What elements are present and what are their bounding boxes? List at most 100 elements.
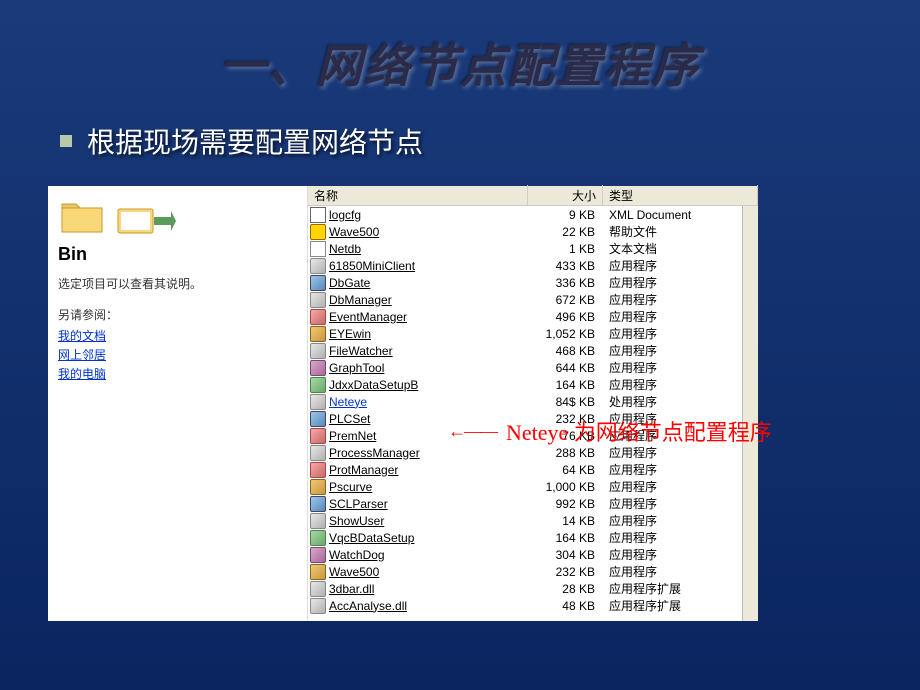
file-name[interactable]: PremNet: [329, 429, 376, 443]
file-type: 应用程序: [603, 359, 758, 376]
file-icon: [310, 292, 326, 308]
file-size: 164 KB: [528, 531, 603, 545]
file-name[interactable]: SCLParser: [329, 497, 388, 511]
file-row[interactable]: DbGate 336 KB应用程序: [308, 274, 758, 291]
file-size: 672 KB: [528, 293, 603, 307]
file-name[interactable]: logcfg: [329, 208, 361, 222]
file-icon: [310, 513, 326, 529]
bullet-marker-icon: [60, 135, 72, 147]
file-row[interactable]: Wave500232 KB应用程序: [308, 563, 758, 580]
file-name[interactable]: 61850MiniClient: [329, 259, 415, 273]
file-rows-container: logcfg9 KBXML DocumentWave50022 KB帮助文件Ne…: [308, 206, 758, 621]
file-row[interactable]: ShowUser14 KB应用程序: [308, 512, 758, 529]
bullet-text: 根据现场需要配置网络节点: [87, 121, 423, 161]
file-icon: [310, 581, 326, 597]
file-name[interactable]: PLCSet: [329, 412, 370, 426]
annotation-text: Neteye 为网络节点配置程序: [506, 415, 772, 447]
file-name[interactable]: GraphTool: [329, 361, 384, 375]
file-name[interactable]: Neteye: [329, 395, 367, 409]
file-row[interactable]: Neteye84$ KB处用程序: [308, 393, 758, 410]
bullet-item: 根据现场需要配置网络节点: [60, 121, 870, 161]
file-icon: [310, 496, 326, 512]
file-size: 164 KB: [528, 378, 603, 392]
file-name[interactable]: ProtManager: [329, 463, 398, 477]
file-type: 应用程序: [603, 291, 758, 308]
arrow-icon: ←——: [448, 421, 496, 442]
file-row[interactable]: GraphTool644 KB应用程序: [308, 359, 758, 376]
link-network-neighborhood[interactable]: 网上邻居: [58, 346, 297, 363]
folder-browse-icon: [116, 201, 176, 236]
file-name[interactable]: ShowUser: [329, 514, 384, 528]
file-row[interactable]: SCLParser 992 KB应用程序: [308, 495, 758, 512]
link-my-computer[interactable]: 我的电脑: [58, 365, 297, 382]
file-row[interactable]: JdxxDataSetupB164 KB应用程序: [308, 376, 758, 393]
file-size: 336 KB: [528, 276, 603, 290]
file-row[interactable]: Wave500 22 KB帮助文件: [308, 223, 758, 240]
file-size: 9 KB: [528, 208, 603, 222]
file-row[interactable]: logcfg9 KBXML Document: [308, 206, 758, 223]
header-size[interactable]: 大小: [528, 185, 603, 206]
file-type: 应用程序: [603, 274, 758, 291]
file-icon: [310, 598, 326, 614]
file-size: 288 KB: [528, 446, 603, 460]
file-icon: [310, 445, 326, 461]
file-name[interactable]: WatchDog: [329, 548, 385, 562]
file-name[interactable]: VqcBDataSetup: [329, 531, 414, 545]
file-row[interactable]: EYEwin1,052 KB应用程序: [308, 325, 758, 342]
file-type: 应用程序: [603, 529, 758, 546]
file-name[interactable]: JdxxDataSetupB: [329, 378, 418, 392]
file-row[interactable]: Pscurve1,000 KB应用程序: [308, 478, 758, 495]
file-row[interactable]: WatchDog 304 KB应用程序: [308, 546, 758, 563]
file-icon: [310, 326, 326, 342]
file-name[interactable]: AccAnalyse.dll: [329, 599, 407, 613]
file-type: 应用程序扩展: [603, 597, 758, 614]
file-row[interactable]: EventManager496 KB应用程序: [308, 308, 758, 325]
file-size: 1 KB: [528, 242, 603, 256]
file-type: 帮助文件: [603, 223, 758, 240]
file-name[interactable]: FileWatcher: [329, 344, 393, 358]
file-name[interactable]: Wave500: [329, 565, 379, 579]
file-icon: [310, 207, 326, 223]
file-row[interactable]: DbManager 672 KB应用程序: [308, 291, 758, 308]
header-type[interactable]: 类型: [603, 185, 758, 206]
file-name[interactable]: ProcessManager: [329, 446, 420, 460]
file-type: 文本文档: [603, 240, 758, 257]
file-icon: [310, 462, 326, 478]
file-size: 304 KB: [528, 548, 603, 562]
file-row[interactable]: ProtManager64 KB应用程序: [308, 461, 758, 478]
file-row[interactable]: Netdb 1 KB文本文档: [308, 240, 758, 257]
file-size: 992 KB: [528, 497, 603, 511]
file-size: 48 KB: [528, 599, 603, 613]
file-size: 1,000 KB: [528, 480, 603, 494]
file-row[interactable]: 61850MiniClient433 KB应用程序: [308, 257, 758, 274]
file-icon: [310, 343, 326, 359]
file-name[interactable]: DbManager: [329, 293, 392, 307]
file-type: 应用程序: [603, 342, 758, 359]
file-size: 22 KB: [528, 225, 603, 239]
scrollbar[interactable]: [742, 206, 758, 621]
file-row[interactable]: FileWatcher468 KB应用程序: [308, 342, 758, 359]
file-type: 应用程序: [603, 495, 758, 512]
folder-icon: [58, 194, 106, 236]
file-icon: [310, 360, 326, 376]
explorer-screenshot: Bin 选定项目可以查看其说明。 另请参阅： 我的文档 网上邻居 我的电脑 名称…: [48, 186, 758, 621]
file-name[interactable]: Wave500: [329, 225, 379, 239]
file-icon: [310, 428, 326, 444]
file-icon: [310, 530, 326, 546]
file-row[interactable]: 3dbar.dll28 KB应用程序扩展: [308, 580, 758, 597]
file-row[interactable]: AccAnalyse.dll 48 KB应用程序扩展: [308, 597, 758, 614]
file-row[interactable]: VqcBDataSetup 164 KB应用程序: [308, 529, 758, 546]
file-name[interactable]: Pscurve: [329, 480, 372, 494]
file-type: 应用程序: [603, 546, 758, 563]
file-name[interactable]: DbGate: [329, 276, 370, 290]
file-size: 14 KB: [528, 514, 603, 528]
file-name[interactable]: EYEwin: [329, 327, 371, 341]
file-size: 496 KB: [528, 310, 603, 324]
file-size: 28 KB: [528, 582, 603, 596]
header-name[interactable]: 名称: [308, 185, 528, 206]
file-list-area: 名称 大小 类型 logcfg9 KBXML DocumentWave50022…: [308, 186, 758, 621]
link-my-documents[interactable]: 我的文档: [58, 327, 297, 344]
file-name[interactable]: 3dbar.dll: [329, 582, 374, 596]
file-name[interactable]: EventManager: [329, 310, 407, 324]
file-name[interactable]: Netdb: [329, 242, 361, 256]
